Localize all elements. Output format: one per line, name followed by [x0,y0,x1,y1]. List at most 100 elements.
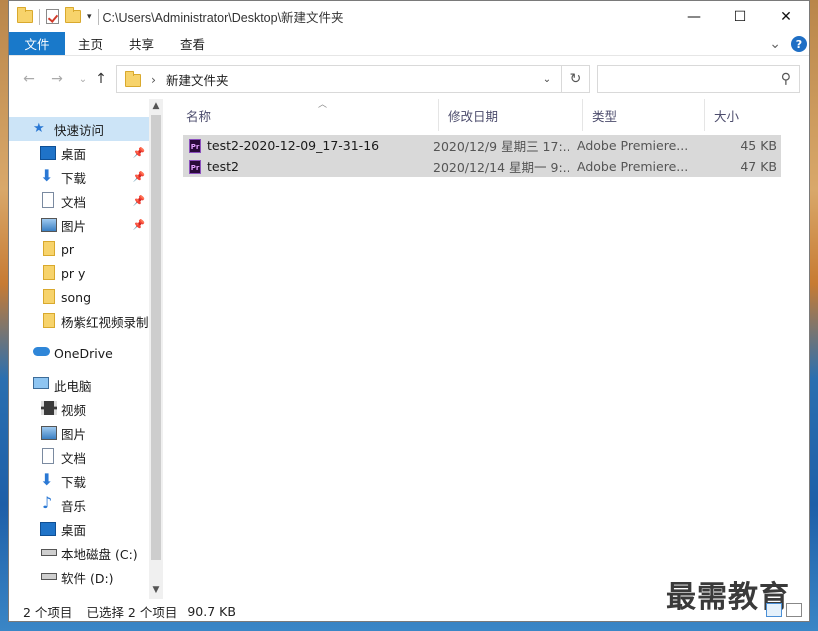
sidebar-item-downloads-pc[interactable]: ⬇ 下载 [9,469,149,493]
sidebar-item-label: 杨紫红视频录制 [61,314,149,330]
maximize-button[interactable]: ☐ [717,1,763,32]
sidebar-item-documents-pc[interactable]: 文档 [9,445,149,469]
sidebar-item-documents[interactable]: 文档 📌 [9,189,149,213]
sidebar-item-label: 文档 [61,450,87,466]
toolbar-divider [39,8,40,25]
file-modified: 2020/12/14 星期一 9:... [433,160,569,175]
computer-icon [33,377,49,389]
pin-icon[interactable]: 📌 [133,172,145,183]
sidebar-item-this-pc[interactable]: 此电脑 [9,373,149,397]
selection-count: 已选择 2 个项目 [86,604,178,620]
pin-icon[interactable]: 📌 [133,148,145,159]
sidebar-item-label: 快速访问 [54,122,105,138]
folder-icon [43,265,55,280]
refresh-button[interactable]: ↻ [561,66,589,92]
scroll-up-icon[interactable]: ▲ [149,101,163,111]
toolbar-divider [97,8,99,25]
large-icons-view-icon[interactable] [786,603,802,617]
sidebar-item-label: pr [61,241,75,257]
sidebar-item-label: 下载 [61,474,87,490]
sidebar-item-music[interactable]: ♪ 音乐 [9,493,149,517]
sidebar-item-quick-access[interactable]: ★ 快速访问 [9,117,149,141]
sidebar-item-desktop[interactable]: 桌面 📌 [9,141,149,165]
column-size[interactable]: 大小 [709,99,787,131]
breadcrumb-separator[interactable]: › [151,72,156,87]
address-dropdown-button[interactable]: ⌄ [533,74,561,85]
details-view-icon[interactable] [766,603,782,617]
sidebar-item-folder-pr-y[interactable]: pr y [9,261,149,285]
file-size: 45 KB [740,138,777,153]
sidebar-item-label: 桌面 [61,146,87,162]
sidebar-item-label: 文档 [61,194,87,210]
sidebar-item-drive-d[interactable]: 软件 (D:) [9,565,149,589]
file-type: Adobe Premiere... [577,159,689,174]
title-bar: ▾ C:\Users\Administrator\Desktop\新建文件夹 —… [9,1,809,32]
sidebar-item-folder-recording[interactable]: 杨紫红视频录制 [9,309,149,333]
search-input[interactable]: ⚲ [597,65,800,93]
selection-size: 90.7 KB [187,603,236,619]
sidebar-item-label: 软件 (D:) [61,570,114,586]
sidebar-item-label: OneDrive [54,345,113,361]
close-button[interactable]: ✕ [763,1,809,32]
customize-toolbar-icon[interactable]: ▾ [87,12,92,22]
scrollbar-thumb[interactable] [151,115,161,560]
folder-icon [17,7,33,23]
up-button[interactable]: ↑ [89,67,113,91]
file-type: Adobe Premiere... [577,138,689,153]
file-size: 47 KB [740,159,777,174]
sidebar-item-drive-c[interactable]: 本地磁盘 (C:) [9,541,149,565]
drive-icon [41,573,57,580]
breadcrumb: › 新建文件夹 [117,70,533,89]
document-icon [42,192,54,208]
window-title: C:\Users\Administrator\Desktop\新建文件夹 [102,11,344,25]
address-bar[interactable]: › 新建文件夹 ⌄ ↻ [116,65,590,93]
tab-file[interactable]: 文件 [9,32,65,55]
tab-share[interactable]: 共享 [116,32,167,55]
sidebar-item-label: 图片 [61,426,87,442]
sidebar-item-pictures[interactable]: 图片 📌 [9,213,149,237]
sidebar-item-folder-song[interactable]: song [9,285,149,309]
navigation-pane: ★ 快速访问 桌面 📌 ⬇ 下载 📌 文档 📌 图片 📌 pr pr y son… [9,99,149,599]
explorer-window: ▾ C:\Users\Administrator\Desktop\新建文件夹 —… [8,0,810,622]
tab-home[interactable]: 主页 [65,32,116,55]
search-icon: ⚲ [780,71,791,87]
sidebar-item-downloads[interactable]: ⬇ 下载 📌 [9,165,149,189]
folder-icon [43,289,55,304]
video-icon [41,401,57,415]
document-icon [42,448,54,464]
sidebar-item-folder-pr[interactable]: pr [9,237,149,261]
properties-icon[interactable] [46,9,59,24]
sidebar-item-videos[interactable]: 视频 [9,397,149,421]
new-folder-icon[interactable] [65,7,81,23]
sidebar-item-onedrive[interactable]: OneDrive [9,341,149,365]
file-list: ︿ 名称 修改日期 类型 大小 Pr test2-2020-12-09_17-3… [169,99,809,599]
navigation-bar: ← → ⌄ ↑ › 新建文件夹 ⌄ ↻ ⚲ [9,59,809,99]
chevron-down-icon[interactable]: ⌄ [769,36,781,52]
tab-view[interactable]: 查看 [167,32,218,55]
scroll-down-icon[interactable]: ▼ [149,585,163,595]
help-icon[interactable]: ? [791,36,807,52]
table-row[interactable]: Pr test2-2020-12-09_17-31-16 2020/12/9 星… [183,135,781,156]
forward-button[interactable]: → [45,67,69,91]
quick-access-toolbar: ▾ [9,1,99,32]
column-name[interactable]: 名称 [181,99,439,131]
download-icon: ⬇ [40,470,54,489]
breadcrumb-folder[interactable]: 新建文件夹 [166,70,229,89]
download-icon: ⬇ [40,166,54,185]
sidebar-item-label: 此电脑 [54,378,92,394]
back-button[interactable]: ← [17,67,41,91]
picture-icon [41,218,57,232]
pin-icon[interactable]: 📌 [133,220,145,231]
sidebar-scrollbar[interactable]: ▲ ▼ [149,99,163,599]
table-row[interactable]: Pr test2 2020/12/14 星期一 9:... Adobe Prem… [183,156,781,177]
sidebar-item-label: 视频 [61,402,87,418]
pin-icon[interactable]: 📌 [133,196,145,207]
ribbon-controls: ⌄ ? [769,32,807,56]
sidebar-item-label: pr y [61,265,86,281]
column-modified[interactable]: 修改日期 [443,99,583,131]
column-type[interactable]: 类型 [587,99,705,131]
sidebar-item-pictures-pc[interactable]: 图片 [9,421,149,445]
minimize-button[interactable]: — [671,1,717,32]
sidebar-item-desktop-pc[interactable]: 桌面 [9,517,149,541]
file-name-cell: Pr test2-2020-12-09_17-31-16 [189,135,439,156]
